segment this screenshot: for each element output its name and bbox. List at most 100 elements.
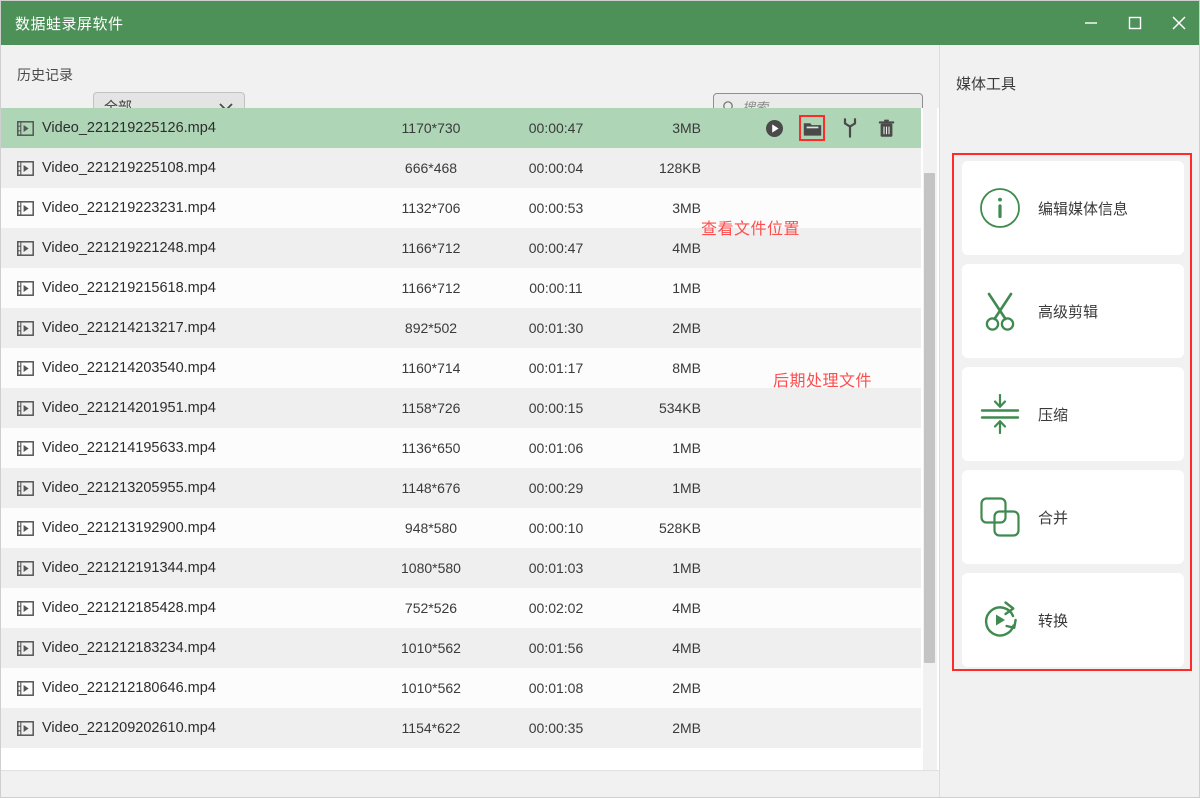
folder-icon[interactable] <box>799 115 825 141</box>
file-duration-cell: 00:00:53 <box>501 200 611 216</box>
close-button[interactable] <box>1157 1 1200 45</box>
table-row[interactable]: Video_221214201951.mp41158*72600:00:1553… <box>1 388 921 428</box>
table-row[interactable]: Video_221209202610.mp4 1154*62200:00:352M… <box>1 708 921 748</box>
file-list-rows: Video_221219225126.mp41170*73000:00:473M… <box>1 108 921 748</box>
media-tool-card[interactable]: 高级剪辑 <box>962 264 1184 358</box>
list-scrollbar-thumb[interactable] <box>924 173 935 663</box>
filter-toolbar: 历史记录 全部 <box>1 45 939 108</box>
file-duration-cell: 00:00:10 <box>501 520 611 536</box>
wrench-icon[interactable] <box>839 117 861 139</box>
file-resolution-cell: 1080*580 <box>361 560 501 576</box>
file-size-cell: 2MB <box>611 720 701 736</box>
window-title: 数据蛙录屏软件 <box>15 13 124 34</box>
file-name-label: Video_221219225126.mp4 <box>42 120 216 136</box>
file-duration-cell: 00:00:47 <box>501 240 611 256</box>
media-tool-card[interactable]: 编辑媒体信息 <box>962 161 1184 255</box>
file-list[interactable]: Video_221219225126.mp41170*73000:00:473M… <box>1 108 939 770</box>
file-size-cell: 528KB <box>611 520 701 536</box>
file-resolution-cell: 752*526 <box>361 600 501 616</box>
file-resolution-cell: 1166*712 <box>361 280 501 296</box>
file-name-label: Video_221213205955.mp4 <box>42 480 216 496</box>
file-size-cell: 1MB <box>611 280 701 296</box>
file-video-icon <box>17 241 34 256</box>
file-name-label: Video_221212183234.mp4 <box>42 640 216 656</box>
file-size-cell: 4MB <box>611 240 701 256</box>
file-name-cell: Video_221213192900.mp4 <box>1 520 361 536</box>
file-video-icon <box>17 641 34 656</box>
maximize-button[interactable] <box>1113 1 1157 45</box>
table-row[interactable]: Video_221214213217.mp4892*50200:01:302MB <box>1 308 921 348</box>
row-actions <box>701 115 921 141</box>
file-size-cell: 128KB <box>611 160 701 176</box>
history-label: 历史记录 <box>17 65 73 85</box>
file-name-label: Video_221214213217.mp4 <box>42 320 216 336</box>
file-duration-cell: 00:01:08 <box>501 680 611 696</box>
convert-icon <box>962 598 1038 642</box>
file-resolution-cell: 948*580 <box>361 520 501 536</box>
left-pane: 历史记录 全部 Video_221219225126.mp41170*73000… <box>1 45 939 798</box>
file-size-cell: 534KB <box>611 400 701 416</box>
media-tools-list: 编辑媒体信息高级剪辑压缩合并转换 <box>962 161 1184 667</box>
file-resolution-cell: 1010*562 <box>361 640 501 656</box>
file-name-cell: Video_221219215618.mp4 <box>1 280 361 296</box>
file-video-icon <box>17 721 34 736</box>
file-resolution-cell: 892*502 <box>361 320 501 336</box>
file-name-label: Video_221212180646.mp4 <box>42 680 216 696</box>
media-tools-panel: 媒体工具 编辑媒体信息高级剪辑压缩合并转换 <box>939 45 1200 798</box>
file-size-cell: 1MB <box>611 440 701 456</box>
file-duration-cell: 00:01:56 <box>501 640 611 656</box>
table-row[interactable]: Video_221214195633.mp41136*65000:01:061M… <box>1 428 921 468</box>
file-duration-cell: 00:00:29 <box>501 480 611 496</box>
file-video-icon <box>17 401 34 416</box>
maximize-icon <box>1127 15 1143 31</box>
window-controls <box>1069 1 1200 45</box>
file-resolution-cell: 1154*622 <box>361 720 501 736</box>
file-size-cell: 3MB <box>611 200 701 216</box>
file-size-cell: 4MB <box>611 600 701 616</box>
table-row[interactable]: Video_221219215618.mp41166*71200:00:111M… <box>1 268 921 308</box>
compress-icon <box>962 393 1038 435</box>
table-row[interactable]: Video_221212185428.mp4752*52600:02:024MB <box>1 588 921 628</box>
file-name-label: Video_221212185428.mp4 <box>42 600 216 616</box>
file-duration-cell: 00:01:06 <box>501 440 611 456</box>
file-video-icon <box>17 561 34 576</box>
file-size-cell: 3MB <box>611 120 701 136</box>
file-video-icon <box>17 361 34 376</box>
file-name-label: Video_221212191344.mp4 <box>42 560 216 576</box>
file-resolution-cell: 666*468 <box>361 160 501 176</box>
file-video-icon <box>17 681 34 696</box>
media-tool-label: 编辑媒体信息 <box>1038 198 1128 219</box>
table-row[interactable]: Video_221213192900.mp4948*58000:00:10528… <box>1 508 921 548</box>
annotation-post-process-file: 后期处理文件 <box>773 367 872 391</box>
scissors-icon <box>962 289 1038 333</box>
file-duration-cell: 00:00:04 <box>501 160 611 176</box>
file-video-icon <box>17 321 34 336</box>
play-icon[interactable] <box>763 117 785 139</box>
file-video-icon <box>17 481 34 496</box>
file-size-cell: 2MB <box>611 680 701 696</box>
trash-icon[interactable] <box>875 117 897 139</box>
file-duration-cell: 00:00:35 <box>501 720 611 736</box>
file-name-cell: Video_221212191344.mp4 <box>1 560 361 576</box>
table-row[interactable]: Video_221213205955.mp41148*67600:00:291M… <box>1 468 921 508</box>
minimize-button[interactable] <box>1069 1 1113 45</box>
file-duration-cell: 00:00:47 <box>501 120 611 136</box>
table-row[interactable]: Video_221212183234.mp41010*56200:01:564M… <box>1 628 921 668</box>
media-tool-card[interactable]: 合并 <box>962 470 1184 564</box>
media-tool-label: 高级剪辑 <box>1038 301 1098 322</box>
file-name-label: Video_221214201951.mp4 <box>42 400 216 416</box>
file-name-label: Video_221219221248.mp4 <box>42 240 216 256</box>
file-name-label: Video_221209202610.mp4 <box>42 720 216 736</box>
media-tool-card[interactable]: 转换 <box>962 573 1184 667</box>
table-row[interactable]: Video_221212180646.mp41010*56200:01:082M… <box>1 668 921 708</box>
table-row[interactable]: Video_221219225126.mp41170*73000:00:473M… <box>1 108 921 148</box>
file-name-label: Video_221219225108.mp4 <box>42 160 216 176</box>
media-tool-card[interactable]: 压缩 <box>962 367 1184 461</box>
table-row[interactable]: Video_221212191344.mp41080*58000:01:031M… <box>1 548 921 588</box>
table-row[interactable]: Video_221219225108.mp4 666*46800:00:04128… <box>1 148 921 188</box>
file-name-cell: Video_221219225126.mp4 <box>1 120 361 136</box>
file-name-cell: Video_221212185428.mp4 <box>1 600 361 616</box>
file-name-label: Video_221219215618.mp4 <box>42 280 216 296</box>
list-scrollbar-track[interactable] <box>923 108 937 770</box>
file-size-cell: 1MB <box>611 480 701 496</box>
